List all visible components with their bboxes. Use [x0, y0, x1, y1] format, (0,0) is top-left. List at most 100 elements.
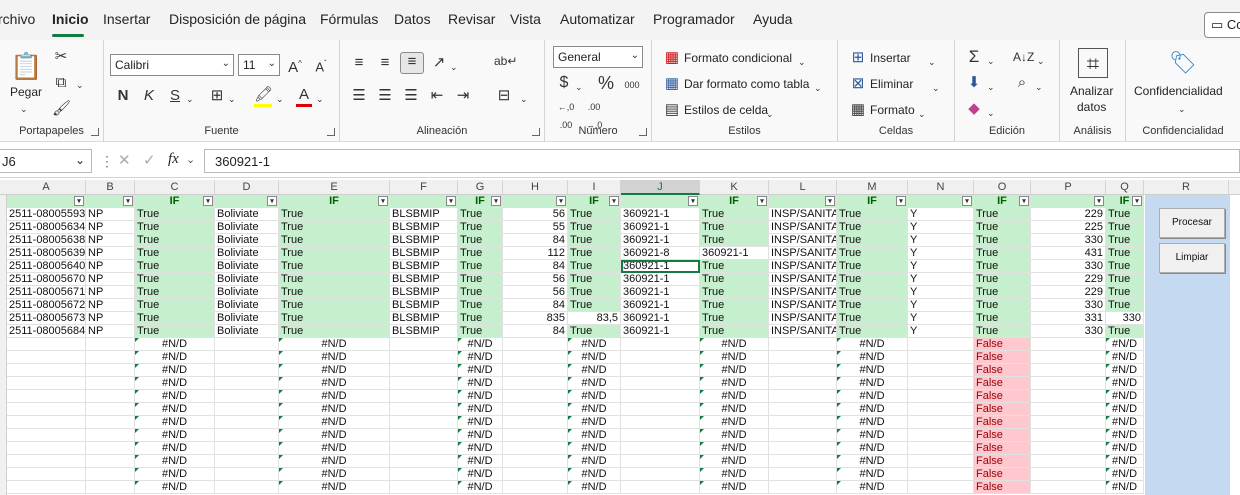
table-cell[interactable]: Y — [908, 260, 974, 273]
filter-dropdown-icon[interactable]: ▾ — [757, 196, 767, 206]
table-cell[interactable]: True — [700, 208, 769, 221]
font-launcher-icon[interactable] — [327, 128, 335, 136]
error-cell[interactable]: #N/D — [568, 390, 621, 403]
error-cell[interactable]: #N/D — [700, 429, 769, 442]
empty-cell[interactable] — [86, 481, 135, 494]
empty-cell[interactable] — [908, 416, 974, 429]
error-cell[interactable]: #N/D — [279, 403, 390, 416]
false-cell[interactable]: False — [974, 390, 1031, 403]
worksheet-grid[interactable]: ▾ ▾ IF ▾ ▾ IF ▾ ▾ IF ▾ ▾ IF ▾ ▾ IF ▾ ▾ IF ▾ ▾ IF ▾ ▾ IF ▾ 2511-08… — [7, 195, 1240, 495]
table-cell[interactable]: INSP/SANITAR — [769, 247, 837, 260]
clear-dropdown-icon[interactable]: ⌄ — [987, 104, 995, 122]
font-name-select[interactable]: Calibri ⌄ — [110, 54, 234, 76]
table-cell[interactable]: 360921-1 — [621, 234, 700, 247]
copy-dropdown-icon[interactable]: ⌄ — [76, 76, 84, 94]
table-cell[interactable]: True — [135, 234, 215, 247]
filter-dropdown-icon[interactable]: ▾ — [74, 196, 84, 206]
thousands-button[interactable]: 000 — [621, 76, 643, 94]
fill-icon[interactable]: ⬇ — [965, 74, 983, 92]
tab-inicio[interactable]: Inicio — [52, 11, 89, 27]
error-cell[interactable]: #N/D — [279, 468, 390, 481]
table-cell[interactable]: True — [837, 273, 908, 286]
align-left-icon[interactable]: ☰ — [350, 87, 368, 105]
empty-cell[interactable] — [503, 442, 568, 455]
underline-dropdown-icon[interactable]: ⌄ — [186, 90, 194, 108]
error-cell[interactable]: #N/D — [135, 455, 215, 468]
error-cell[interactable]: #N/D — [458, 416, 503, 429]
table-cell[interactable]: True — [837, 234, 908, 247]
table-cell[interactable]: True — [1106, 208, 1144, 221]
table-cell[interactable]: True — [700, 260, 769, 273]
format-as-table-button[interactable]: Dar formato como tabla — [684, 77, 809, 91]
table-cell[interactable]: True — [135, 221, 215, 234]
table-cell[interactable]: True — [135, 260, 215, 273]
column-header-h[interactable]: H — [503, 180, 568, 195]
table-cell[interactable]: True — [279, 286, 390, 299]
table-cell[interactable]: Y — [908, 221, 974, 234]
empty-cell[interactable] — [86, 364, 135, 377]
table-cell[interactable]: NP — [86, 286, 135, 299]
empty-cell[interactable] — [908, 455, 974, 468]
filter-dropdown-icon[interactable]: ▾ — [1094, 196, 1104, 206]
table-cell[interactable]: Y — [908, 299, 974, 312]
error-cell[interactable]: #N/D — [279, 481, 390, 494]
empty-cell[interactable] — [503, 390, 568, 403]
table-cell[interactable]: 2511-08005634 — [7, 221, 86, 234]
table-cell[interactable]: Boliviate — [215, 286, 279, 299]
error-cell[interactable]: #N/D — [135, 429, 215, 442]
paste-dropdown-icon[interactable]: ⌄ — [20, 100, 28, 118]
merge-dropdown-icon[interactable]: ⌄ — [520, 90, 528, 108]
borders-icon[interactable]: ⊞ — [208, 87, 226, 105]
table-cell[interactable]: True — [135, 325, 215, 338]
error-cell[interactable]: #N/D — [568, 468, 621, 481]
font-color-icon[interactable]: A — [296, 86, 312, 107]
table-cell[interactable]: 56 — [503, 273, 568, 286]
table-cell[interactable]: BLSBMIP — [390, 325, 458, 338]
table-cell[interactable]: 360921-1 — [621, 299, 700, 312]
error-cell[interactable]: #N/D — [568, 455, 621, 468]
table-cell[interactable]: True — [279, 273, 390, 286]
empty-cell[interactable] — [390, 338, 458, 351]
error-cell[interactable]: #N/D — [135, 338, 215, 351]
empty-cell[interactable] — [86, 338, 135, 351]
empty-cell[interactable] — [7, 403, 86, 416]
column-header-b[interactable]: B — [86, 180, 135, 195]
table-cell[interactable]: 84 — [503, 325, 568, 338]
column-header-p[interactable]: P — [1031, 180, 1106, 195]
empty-cell[interactable] — [621, 468, 700, 481]
column-header-n[interactable]: N — [908, 180, 974, 195]
empty-cell[interactable] — [769, 338, 837, 351]
table-cell[interactable]: 2511-08005670 — [7, 273, 86, 286]
align-bottom-icon[interactable]: ≡ — [400, 52, 424, 74]
table-cell[interactable]: 330 — [1031, 234, 1106, 247]
table-cell[interactable]: True — [458, 208, 503, 221]
table-header-cell[interactable]: ▾ — [215, 195, 279, 208]
empty-cell[interactable] — [1031, 377, 1106, 390]
error-cell[interactable]: #N/D — [279, 442, 390, 455]
empty-cell[interactable] — [908, 481, 974, 494]
table-cell[interactable]: True — [568, 247, 621, 260]
table-cell[interactable]: True — [458, 299, 503, 312]
chevron-down-icon[interactable]: ⌄ — [186, 153, 195, 166]
empty-cell[interactable] — [769, 416, 837, 429]
table-cell[interactable]: Boliviate — [215, 325, 279, 338]
table-cell[interactable]: 2511-08005638 — [7, 234, 86, 247]
table-cell[interactable]: True — [279, 208, 390, 221]
insert-function-icon[interactable]: fx — [168, 151, 179, 168]
false-cell[interactable]: False — [974, 481, 1031, 494]
table-cell[interactable]: True — [135, 286, 215, 299]
empty-cell[interactable] — [7, 338, 86, 351]
empty-cell[interactable] — [390, 390, 458, 403]
sort-filter-icon[interactable]: A↓Z — [1013, 48, 1034, 66]
error-cell[interactable]: #N/D — [135, 468, 215, 481]
table-cell[interactable]: INSP/SANITAR — [769, 208, 837, 221]
empty-cell[interactable] — [769, 455, 837, 468]
false-cell[interactable]: False — [974, 377, 1031, 390]
table-cell[interactable]: 2511-08005684 — [7, 325, 86, 338]
table-cell[interactable]: 360921-8 — [621, 247, 700, 260]
table-cell[interactable]: BLSBMIP — [390, 312, 458, 325]
empty-cell[interactable] — [86, 416, 135, 429]
empty-cell[interactable] — [7, 364, 86, 377]
error-cell[interactable]: #N/D — [1106, 468, 1144, 481]
table-cell[interactable]: 330 — [1031, 260, 1106, 273]
